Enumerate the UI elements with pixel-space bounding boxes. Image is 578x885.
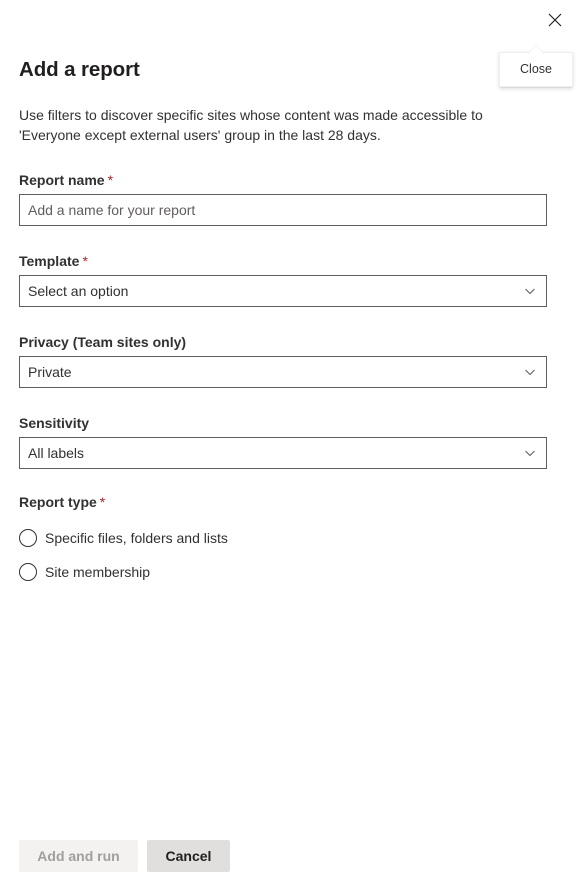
cancel-button[interactable]: Cancel (147, 840, 230, 872)
report-type-label: Report type * (19, 493, 559, 516)
privacy-label: Privacy (Team sites only) (19, 333, 559, 356)
report-name-input[interactable] (19, 194, 547, 226)
close-tooltip-text: Close (520, 62, 552, 76)
field-privacy: Privacy (Team sites only) Private (19, 307, 559, 388)
chevron-down-icon (524, 285, 540, 297)
panel-content: Add a report Use filters to discover spe… (0, 0, 578, 840)
panel-description: Use filters to discover specific sites w… (19, 107, 483, 143)
field-report-type: Report type * Specific files, folders and… (19, 469, 559, 586)
radio-circle-icon (19, 563, 37, 581)
report-name-label: Report name * (19, 171, 559, 194)
sensitivity-label: Sensitivity (19, 414, 559, 437)
radio-label: Specific files, folders and lists (45, 530, 228, 546)
field-template: Template * Select an option (19, 226, 559, 307)
template-label-text: Template (19, 253, 80, 269)
page-title: Add a report (19, 58, 140, 81)
field-sensitivity: Sensitivity All labels (19, 388, 559, 469)
report-name-label-text: Report name (19, 172, 105, 188)
report-type-radio-group: Specific files, folders and lists Site m… (19, 516, 559, 586)
add-report-panel: Close Add a report Use filters to discov… (0, 0, 578, 885)
template-dropdown[interactable]: Select an option (19, 275, 547, 307)
radio-option-specific-files[interactable]: Specific files, folders and lists (19, 524, 559, 552)
privacy-dropdown-value: Private (28, 364, 72, 380)
template-label: Template * (19, 252, 559, 275)
privacy-label-text: Privacy (Team sites only) (19, 334, 187, 350)
close-button[interactable] (539, 4, 571, 36)
radio-option-site-membership[interactable]: Site membership (19, 558, 559, 586)
privacy-dropdown[interactable]: Private (19, 356, 547, 388)
radio-label: Site membership (45, 564, 151, 580)
radio-circle-icon (19, 529, 37, 547)
close-tooltip: Close (499, 52, 573, 87)
required-asterisk: * (107, 172, 114, 188)
add-and-run-button[interactable]: Add and run (19, 840, 138, 872)
field-report-name: Report name * (19, 145, 559, 226)
template-dropdown-value: Select an option (28, 283, 129, 299)
panel-footer: Add and run Cancel (0, 840, 578, 885)
close-icon (548, 13, 562, 27)
report-type-label-text: Report type (19, 494, 97, 510)
sensitivity-dropdown[interactable]: All labels (19, 437, 547, 469)
required-asterisk: * (82, 253, 88, 269)
chevron-down-icon (524, 447, 540, 459)
sensitivity-label-text: Sensitivity (19, 415, 90, 431)
required-asterisk: * (99, 494, 106, 510)
chevron-down-icon (524, 366, 540, 378)
sensitivity-dropdown-value: All labels (28, 445, 85, 461)
